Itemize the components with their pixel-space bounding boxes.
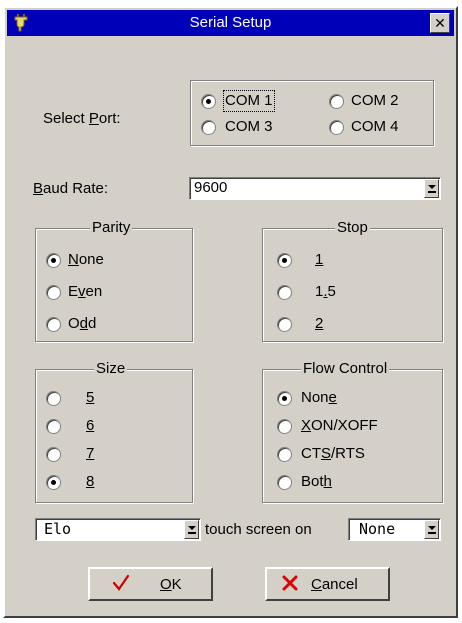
cancel-button-label: Cancel [311,576,358,593]
radio-parity-even[interactable] [46,285,61,300]
baud-rate-select[interactable]: 9600 [189,177,441,200]
radio-parity-odd-label[interactable]: Odd [68,315,96,333]
stop-group: Stop 1 1.5 2 [262,219,443,342]
radio-stop-1[interactable] [277,253,292,268]
radio-size-6-label[interactable]: 6 [86,417,94,435]
radio-size-8[interactable] [46,475,61,490]
touch-port-value: None [359,520,396,538]
cancel-button[interactable]: Cancel [265,567,390,601]
radio-com1-label[interactable]: COM 1 [223,90,275,112]
size-group: Size 5 6 7 8 [35,360,193,503]
stop-group-title: Stop [335,219,370,237]
radio-com2-label[interactable]: COM 2 [351,92,399,110]
chevron-down-icon[interactable] [424,179,439,198]
title-bar: Serial Setup ✕ [7,10,454,36]
radio-com1[interactable] [201,94,216,109]
radio-com4-label[interactable]: COM 4 [351,118,399,136]
chevron-down-icon[interactable] [184,520,199,539]
radio-flow-both[interactable] [277,475,292,490]
radio-size-5-label[interactable]: 5 [86,389,94,407]
radio-stop-2[interactable] [277,317,292,332]
x-mark-icon [281,574,299,592]
parity-group-title: Parity [90,219,133,237]
close-button[interactable]: ✕ [430,13,450,33]
radio-flow-none[interactable] [277,391,292,406]
radio-size-7[interactable] [46,447,61,462]
radio-parity-odd[interactable] [46,317,61,332]
radio-size-7-label[interactable]: 7 [86,445,94,463]
radio-flow-none-label[interactable]: None [301,389,337,407]
touch-port-select[interactable]: None [348,518,441,541]
size-group-title: Size [94,360,128,378]
radio-parity-none[interactable] [46,253,61,268]
baud-rate-value: 9600 [194,179,228,196]
radio-flow-cts-rts[interactable] [277,447,292,462]
touch-device-select[interactable]: Elo [35,518,201,541]
select-port-label: Select Port: [43,110,121,127]
touch-device-value: Elo [44,520,72,538]
baud-rate-label: Baud Rate: [33,180,109,197]
flow-control-group-title: Flow Control [301,360,390,378]
radio-com3-label[interactable]: COM 3 [225,118,273,136]
radio-flow-both-label[interactable]: Both [301,473,332,491]
serial-setup-dialog: Serial Setup ✕ Select Port: COM 1 COM 2 … [3,6,458,618]
radio-parity-even-label[interactable]: Even [68,283,102,301]
radio-flow-xon-xoff-label[interactable]: XON/XOFF [301,417,378,435]
radio-size-5[interactable] [46,391,61,406]
window-title: Serial Setup [189,14,272,31]
radio-size-6[interactable] [46,419,61,434]
checkmark-icon [112,574,130,592]
close-icon: ✕ [434,15,446,31]
chevron-down-icon[interactable] [424,520,439,539]
radio-stop-1-5-label[interactable]: 1.5 [315,283,336,301]
radio-stop-2-label[interactable]: 2 [315,315,323,333]
radio-com4[interactable] [329,120,344,135]
radio-flow-cts-rts-label[interactable]: CTS/RTS [301,445,365,463]
touch-screen-on-label: touch screen on [205,521,312,538]
port-group: COM 1 COM 2 COM 3 COM 4 [190,80,434,146]
ok-button-label: OK [160,576,182,593]
radio-flow-xon-xoff[interactable] [277,419,292,434]
radio-stop-1-label[interactable]: 1 [315,251,323,269]
radio-com2[interactable] [329,94,344,109]
ok-button[interactable]: OK [88,567,213,601]
flow-control-group: Flow Control None XON/XOFF CTS/RTS Both [262,360,443,503]
radio-parity-none-label[interactable]: None [68,251,104,269]
parity-group: Parity None Even Odd [35,219,193,342]
radio-stop-1-5[interactable] [277,285,292,300]
radio-com3[interactable] [201,120,216,135]
radio-size-8-label[interactable]: 8 [86,473,94,491]
